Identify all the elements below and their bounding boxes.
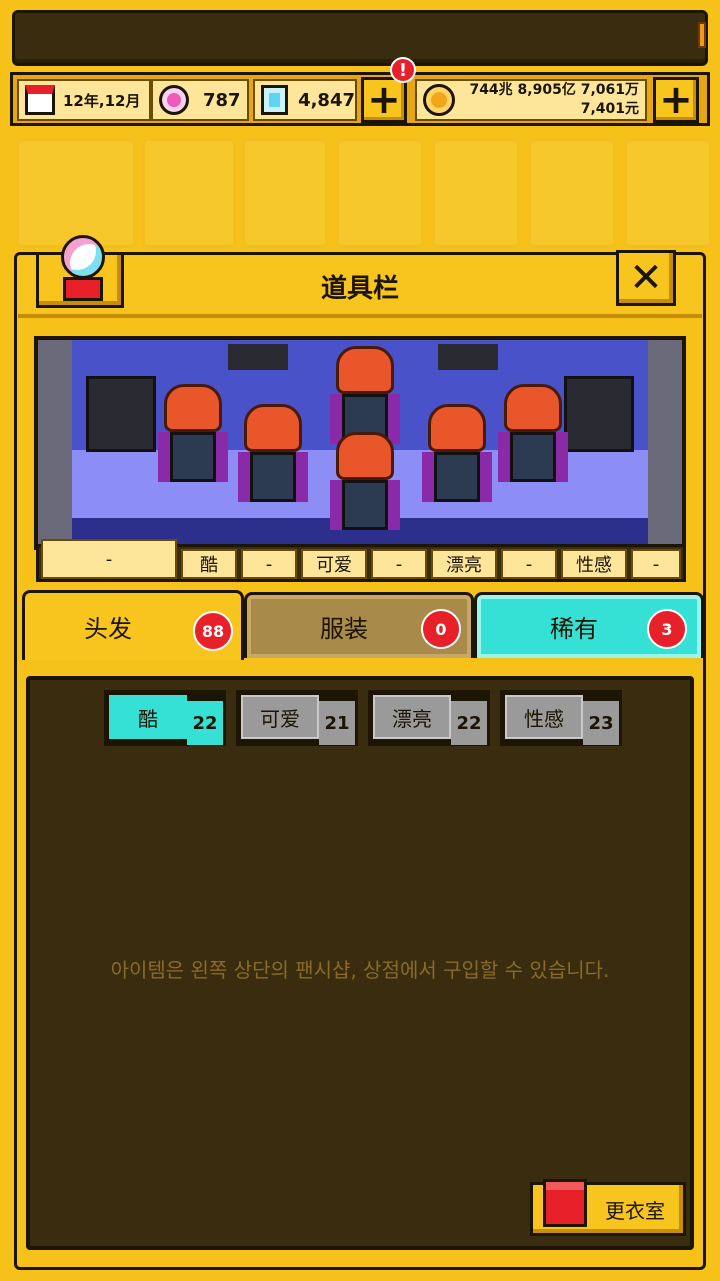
style-tag-label: -: [525, 553, 533, 575]
tab-label: 稀有: [550, 615, 598, 643]
tab-clothing[interactable]: 服装 0: [244, 592, 474, 658]
filter-label: 酷: [109, 695, 187, 739]
filter-count: 23: [583, 701, 619, 745]
filter-count: 22: [187, 701, 223, 745]
add-money-button[interactable]: +: [653, 77, 699, 123]
style-tag: 性感: [561, 549, 627, 579]
empty-message: 아이템은 왼쪽 상단의 팬시샵, 상점에서 구입할 수 있습니다.: [110, 958, 610, 982]
close-icon: ✕: [629, 255, 663, 301]
style-tag-label: 漂亮: [446, 555, 482, 576]
style-tag: 可爱: [301, 549, 367, 579]
top-bar: [12, 10, 708, 66]
badge-count: 3: [661, 619, 673, 639]
style-tag: -: [631, 549, 681, 579]
style-tag-label: -: [265, 553, 273, 575]
wardrobe-button[interactable]: 更衣室: [530, 1179, 686, 1236]
badge-count: 88: [201, 621, 225, 641]
money-line-2: 7,401元: [580, 101, 639, 117]
stage-light: [228, 344, 288, 370]
gacha-icon-box: [36, 235, 124, 308]
style-tag-label: 性感: [576, 555, 612, 576]
shirt-icon: [543, 1179, 587, 1227]
tab-count-badge: 88: [193, 611, 233, 651]
right-speaker: [564, 376, 634, 452]
bg-menu-tile: [242, 138, 328, 248]
bg-menu-tile: [624, 138, 712, 248]
style-tag: 漂亮: [431, 549, 497, 579]
bg-menu-tile: [142, 138, 236, 248]
bg-menu-tile: [336, 138, 424, 248]
idol-character: [238, 404, 308, 514]
plus-icon: +: [367, 77, 401, 123]
blue-gem-icon: [261, 85, 289, 115]
filter-count: 22: [451, 701, 487, 745]
style-tag-label: -: [395, 553, 403, 575]
stage-light: [438, 344, 498, 370]
pink-gem-count: 787: [203, 89, 241, 111]
money-line-1: 744兆 8,905亿 7,061万: [469, 82, 639, 98]
calendar-icon: [25, 85, 55, 115]
wardrobe-label: 更衣室: [605, 1198, 665, 1223]
money-text: 744兆 8,905亿 7,061万 7,401元: [465, 81, 645, 119]
tab-count-badge: 3: [647, 609, 687, 649]
filter-pretty-button[interactable]: 漂亮 22: [368, 690, 490, 746]
idol-character: [422, 404, 492, 514]
tab-label: 头发: [84, 615, 132, 643]
left-speaker: [86, 376, 156, 452]
style-tag-label: 可爱: [316, 555, 352, 576]
money-display: 744兆 8,905亿 7,061万 7,401元: [415, 79, 647, 121]
filter-cool-button[interactable]: 酷 22: [104, 690, 226, 746]
badge-count: 0: [435, 619, 447, 639]
add-gems-button[interactable]: +: [361, 77, 407, 123]
blue-gem-count: 4,847: [298, 89, 355, 111]
right-truss: [648, 340, 682, 546]
bg-menu-tile: [432, 138, 520, 248]
style-tag: 酷: [181, 549, 237, 579]
pink-gem-icon: [159, 85, 189, 115]
style-tag: -: [501, 549, 557, 579]
alert-badge: !: [390, 57, 416, 83]
filter-count: 21: [319, 701, 355, 745]
date-text: 12年,12月: [63, 91, 141, 110]
gacha-machine-icon: [61, 235, 105, 279]
tab-rare[interactable]: 稀有 3: [474, 592, 704, 658]
blue-gem-display: 4,847: [253, 79, 357, 121]
filter-label: 性感: [505, 695, 583, 739]
idol-character: [330, 432, 400, 542]
stage-preview: [34, 336, 686, 550]
style-tag-label: -: [652, 553, 660, 575]
tab-hair[interactable]: 头发 88: [22, 590, 244, 660]
left-truss: [38, 340, 72, 546]
pink-gem-display: 787: [151, 79, 249, 121]
style-tag: -: [41, 539, 177, 579]
alert-mark: !: [398, 59, 408, 81]
style-tag: -: [371, 549, 427, 579]
plus-icon: +: [659, 77, 693, 123]
filter-label: 可爱: [241, 695, 319, 739]
tab-count-badge: 0: [421, 609, 461, 649]
style-tag: -: [241, 549, 297, 579]
style-tag-label: 酷: [200, 555, 218, 576]
style-tag-label: -: [105, 548, 113, 570]
coin-icon: [423, 84, 455, 116]
tab-label: 服装: [320, 615, 368, 643]
filter-sexy-button[interactable]: 性感 23: [500, 690, 622, 746]
resource-bar: 12年,12月 787 4,847 + 744兆 8,905亿 7,061万 7…: [10, 72, 710, 126]
close-button[interactable]: ✕: [616, 250, 676, 306]
top-bar-handle: [698, 22, 706, 48]
bg-menu-tile: [16, 138, 136, 248]
style-tag-row: - 酷 - 可爱 - 漂亮 - 性感 -: [36, 539, 686, 582]
filter-label: 漂亮: [373, 695, 451, 739]
bg-menu-tile: [528, 138, 616, 248]
idol-character: [498, 384, 568, 494]
gacha-base: [63, 277, 103, 301]
date-display: 12年,12月: [17, 79, 151, 121]
filter-cute-button[interactable]: 可爱 21: [236, 690, 358, 746]
idol-character: [158, 384, 228, 494]
